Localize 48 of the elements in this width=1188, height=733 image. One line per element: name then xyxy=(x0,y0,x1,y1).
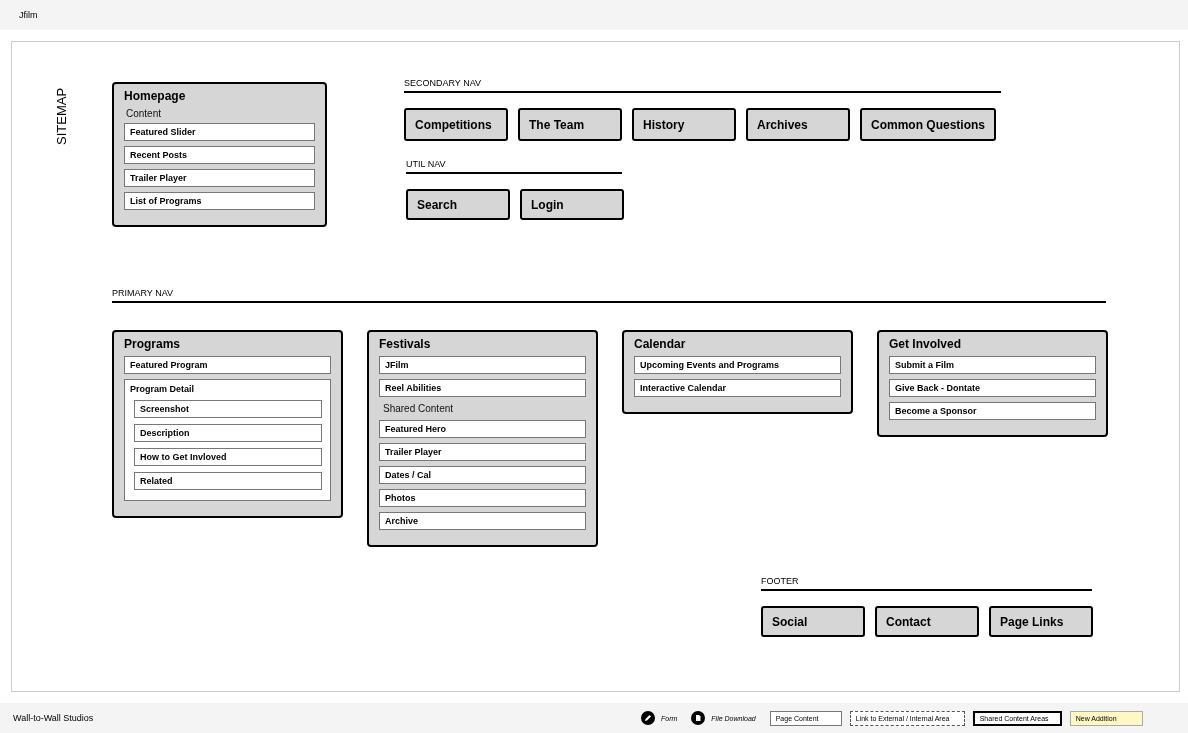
node-title: Calendar xyxy=(634,337,687,351)
page-item: Trailer Player xyxy=(379,443,586,461)
page-item: Upcoming Events and Programs xyxy=(634,356,841,374)
nav-page-node: Search xyxy=(406,189,510,220)
pencil-icon xyxy=(641,711,655,725)
nav-page-node: Page Links xyxy=(989,606,1093,637)
nav-page-node: Common Questions xyxy=(860,108,996,141)
node-title: Homepage xyxy=(124,89,187,103)
credit-text: Wall-to-Wall Studios xyxy=(13,713,94,723)
page-item: Screenshot xyxy=(134,400,322,418)
nav-page-node: Contact xyxy=(875,606,979,637)
page-item: Featured Hero xyxy=(379,420,586,438)
page-item: Description xyxy=(134,424,322,442)
page-item: Photos xyxy=(379,489,586,507)
node-title: Programs xyxy=(124,337,182,351)
page-item: List of Programs xyxy=(124,192,315,210)
project-title: Jfilm xyxy=(19,10,38,20)
nav-page-node: Login xyxy=(520,189,624,220)
nav-page-node: Archives xyxy=(746,108,850,141)
page-item: Featured Program xyxy=(124,356,331,374)
nav-page-node: History xyxy=(632,108,736,141)
nav-page-node: The Team xyxy=(518,108,622,141)
page-item: Give Back - Dontate xyxy=(889,379,1096,397)
page-item: How to Get Invloved xyxy=(134,448,322,466)
node-title: Get Involved xyxy=(889,337,963,351)
page-item: Related xyxy=(134,472,322,490)
page-item: Featured Slider xyxy=(124,123,315,141)
group-title: Program Detail xyxy=(130,384,196,394)
page-item: Submit a Film xyxy=(889,356,1096,374)
page-item: Trailer Player xyxy=(124,169,315,187)
node-title: Festivals xyxy=(379,337,432,351)
page-item: Dates / Cal xyxy=(379,466,586,484)
content-heading: Shared Content xyxy=(383,403,455,414)
sitemap-label: SITEMAP xyxy=(52,86,70,147)
page-item: JFilm xyxy=(379,356,586,374)
content-heading: Content xyxy=(126,108,163,119)
nav-page-node: Social xyxy=(761,606,865,637)
page-item: Archive xyxy=(379,512,586,530)
page-item: Reel Abilities xyxy=(379,379,586,397)
document-icon xyxy=(691,711,706,725)
nav-label: SECONDARY NAV xyxy=(404,78,1001,93)
nav-page-node: Competitions xyxy=(404,108,508,141)
nav-label: FOOTER xyxy=(761,576,1092,591)
page-item: Interactive Calendar xyxy=(634,379,841,397)
page-item: Recent Posts xyxy=(124,146,315,164)
page-item: Become a Sponsor xyxy=(889,402,1096,420)
nav-label: PRIMARY NAV xyxy=(112,288,1106,303)
nav-label: UTIL NAV xyxy=(406,159,622,174)
